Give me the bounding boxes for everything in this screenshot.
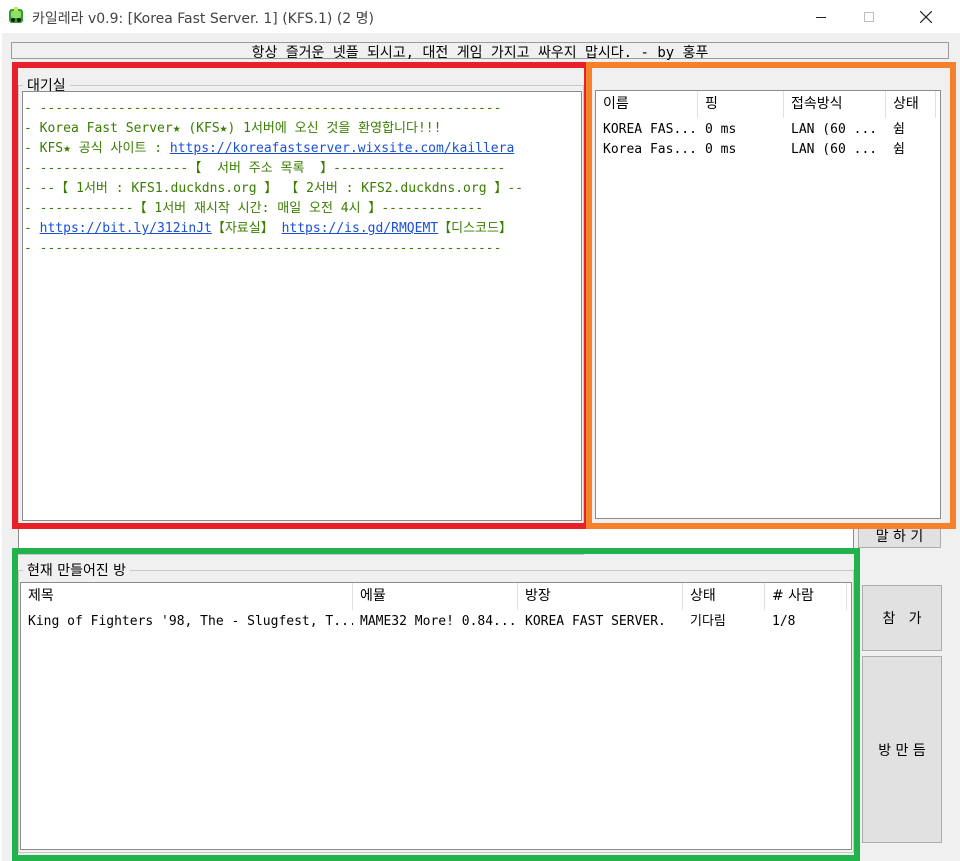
- user-row[interactable]: KOREA FAS... 0 ms LAN (60 ... 쉼: [596, 120, 940, 140]
- kaillera-app-icon: [6, 7, 26, 26]
- chat-link[interactable]: https://koreafastserver.wixsite.com/kail…: [170, 141, 514, 156]
- chat-line: - Korea Fast Server★ (KFS★) 1서버에 오신 것을 환…: [24, 119, 581, 139]
- chat-line: - --------------------------------------…: [24, 239, 581, 259]
- rooms-title: 현재 만들어진 방: [23, 560, 131, 580]
- user-ping: 0 ms: [705, 122, 737, 137]
- chat-input[interactable]: [18, 527, 854, 549]
- lobby-chat-log[interactable]: - --------------------------------------…: [22, 91, 582, 521]
- user-col-status[interactable]: 상태: [886, 91, 936, 118]
- user-connection: LAN (60 ...: [791, 122, 878, 137]
- chat-text: - --【 1서버 : KFS1.duckdns.org 】 【 2서버 : K…: [24, 181, 523, 196]
- chat-line: - --【 1서버 : KFS1.duckdns.org 】 【 2서버 : K…: [24, 179, 581, 199]
- window-title: 카일레라 v0.9: [Korea Fast Server. 1] (KFS.1…: [32, 11, 374, 27]
- chat-text: 【자료실】: [211, 221, 282, 236]
- close-button[interactable]: [902, 0, 950, 33]
- user-col-connection[interactable]: 접속방식: [784, 91, 886, 118]
- chat-text: - --------------------------------------…: [24, 101, 502, 116]
- room-col-host[interactable]: 방장: [518, 583, 683, 610]
- maximize-icon: [864, 11, 874, 22]
- room-status: 기다림: [690, 614, 726, 629]
- user-name: Korea Fas...: [603, 142, 697, 157]
- server-banner: 항상 즐거운 넷플 되시고, 대전 게임 가지고 싸우지 맙시다. - by 홍…: [11, 42, 949, 61]
- room-host: KOREA FAST SERVER.: [525, 614, 666, 629]
- chat-line: - -------------------【 서버 주소 목록 】-------…: [24, 159, 581, 179]
- user-list[interactable]: 이름 핑 접속방식 상태 KOREA FAS... 0 ms LAN (60 .…: [595, 90, 941, 519]
- chat-text: - -------------------【 서버 주소 목록 】-------…: [24, 161, 506, 176]
- chat-text: 【디스코드】: [438, 221, 512, 236]
- room-col-title[interactable]: 제목: [21, 583, 353, 610]
- user-status: 쉼: [893, 122, 905, 137]
- user-col-ping[interactable]: 핑: [698, 91, 784, 118]
- room-col-emulator[interactable]: 에뮬: [353, 583, 518, 610]
- server-banner-text: 항상 즐거운 넷플 되시고, 대전 게임 가지고 싸우지 맙시다. - by 홍…: [251, 45, 709, 61]
- minimize-button[interactable]: [797, 0, 845, 33]
- room-players: 1/8: [772, 614, 796, 629]
- chat-text: - ------------【 1서버 재시작 시간: 매일 오전 4시 】--…: [24, 201, 484, 216]
- window-edge: [0, 33, 2, 861]
- user-row[interactable]: Korea Fas... 0 ms LAN (60 ... 쉼: [596, 140, 940, 160]
- room-row[interactable]: King of Fighters '98, The - Slugfest, T.…: [21, 612, 851, 632]
- room-list-header: 제목 에뮬 방장 상태 # 사람: [21, 583, 851, 610]
- user-connection: LAN (60 ...: [791, 142, 878, 157]
- maximize-button[interactable]: [845, 0, 893, 33]
- user-name: KOREA FAS...: [603, 122, 697, 137]
- minimize-icon: [816, 16, 826, 18]
- chat-text: - Korea Fast Server★ (KFS★) 1서버에 오신 것을 환…: [24, 121, 442, 136]
- room-col-status[interactable]: 상태: [683, 583, 765, 610]
- close-icon: [920, 10, 932, 23]
- room-list[interactable]: 제목 에뮬 방장 상태 # 사람 King of Fighters '98, T…: [20, 582, 852, 850]
- join-room-button[interactable]: 참 가: [862, 585, 942, 651]
- user-list-header: 이름 핑 접속방식 상태: [596, 91, 940, 118]
- chat-line: - ------------【 1서버 재시작 시간: 매일 오전 4시 】--…: [24, 199, 581, 219]
- chat-text: - KFS★ 공식 사이트 :: [24, 141, 170, 156]
- chat-line: - --------------------------------------…: [24, 99, 581, 119]
- send-chat-button[interactable]: 말 하 기: [858, 524, 941, 548]
- chat-text: -: [24, 221, 40, 236]
- chat-link[interactable]: https://bit.ly/312inJt: [40, 221, 212, 236]
- user-status: 쉼: [893, 142, 905, 157]
- user-ping: 0 ms: [705, 142, 737, 157]
- user-col-name[interactable]: 이름: [596, 91, 698, 118]
- title-bar: 카일레라 v0.9: [Korea Fast Server. 1] (KFS.1…: [0, 0, 960, 33]
- room-emulator: MAME32 More! 0.84...: [360, 614, 517, 629]
- chat-link[interactable]: https://is.gd/RMQEMT: [282, 221, 439, 236]
- chat-text: - --------------------------------------…: [24, 241, 502, 256]
- room-col-players[interactable]: # 사람: [765, 583, 847, 610]
- create-room-button[interactable]: 방 만 듬: [862, 656, 942, 843]
- chat-line: - KFS★ 공식 사이트 : https://koreafastserver.…: [24, 139, 581, 159]
- client-area: 항상 즐거운 넷플 되시고, 대전 게임 가지고 싸우지 맙시다. - by 홍…: [0, 33, 960, 861]
- room-title: King of Fighters '98, The - Slugfest, T.…: [28, 614, 353, 629]
- chat-line: - https://bit.ly/312inJt【자료실】 https://is…: [24, 219, 581, 239]
